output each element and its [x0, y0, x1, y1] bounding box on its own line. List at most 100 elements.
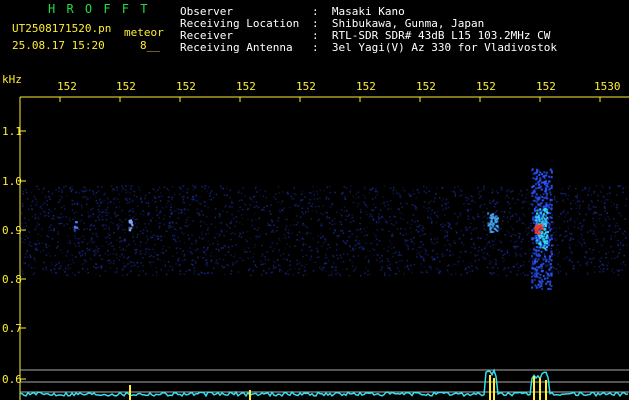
- noise-dot: [425, 187, 428, 189]
- noise-dot: [582, 239, 585, 241]
- noise-dot: [125, 192, 127, 194]
- noise-dot: [169, 215, 171, 218]
- noise-dot: [187, 234, 189, 236]
- noise-dot: [277, 185, 280, 188]
- echo-dot: [548, 258, 551, 261]
- noise-dot: [180, 212, 182, 214]
- noise-dot: [453, 242, 456, 244]
- noise-dot: [357, 229, 359, 231]
- noise-dot: [205, 263, 208, 266]
- noise-dot: [601, 185, 603, 187]
- noise-dot: [399, 232, 402, 235]
- echo-dot: [545, 209, 548, 211]
- noise-dot: [125, 218, 127, 221]
- noise-dot: [148, 192, 151, 194]
- noise-dot: [378, 240, 381, 242]
- noise-dot: [283, 237, 286, 239]
- noise-dot: [142, 232, 144, 235]
- noise-dot: [414, 221, 416, 223]
- noise-dot: [126, 245, 128, 248]
- noise-dot: [546, 264, 549, 267]
- noise-dot: [585, 262, 588, 265]
- noise-dot: [137, 233, 139, 236]
- noise-dot: [114, 212, 116, 215]
- noise-dot: [111, 188, 114, 190]
- noise-dot: [347, 215, 349, 217]
- noise-dot: [203, 185, 206, 187]
- noise-dot: [423, 266, 425, 268]
- noise-dot: [275, 230, 278, 232]
- noise-dot: [307, 207, 309, 210]
- noise-dot: [421, 233, 424, 236]
- noise-dot: [51, 238, 54, 240]
- noise-dot: [327, 198, 330, 200]
- noise-dot: [234, 233, 236, 235]
- noise-dot: [176, 208, 178, 210]
- noise-dot: [415, 208, 417, 211]
- noise-dot: [478, 193, 480, 196]
- noise-dot: [360, 210, 362, 213]
- noise-dot: [40, 207, 43, 210]
- noise-dot: [341, 230, 344, 232]
- noise-dot: [349, 259, 351, 262]
- noise-dot: [592, 233, 594, 235]
- noise-dot: [492, 190, 495, 192]
- noise-dot: [158, 226, 161, 229]
- noise-dot: [446, 269, 449, 272]
- noise-dot: [109, 201, 112, 203]
- noise-dot: [525, 193, 528, 196]
- noise-dot: [95, 273, 97, 275]
- noise-dot: [162, 218, 165, 220]
- noise-dot: [195, 195, 197, 198]
- noise-dot: [291, 232, 293, 234]
- noise-dot: [382, 196, 385, 198]
- noise-dot: [264, 256, 266, 258]
- noise-dot: [573, 265, 575, 267]
- noise-dot: [614, 235, 616, 237]
- noise-dot: [253, 260, 255, 263]
- noise-dot: [233, 256, 235, 258]
- noise-dot: [328, 274, 330, 277]
- noise-dot: [170, 206, 172, 209]
- noise-dot: [179, 227, 181, 229]
- noise-dot: [107, 198, 109, 200]
- noise-dot: [577, 227, 579, 229]
- noise-dot: [212, 197, 215, 199]
- noise-dot: [153, 251, 156, 254]
- noise-dot: [293, 187, 295, 189]
- noise-dot: [252, 256, 254, 258]
- noise-dot: [529, 258, 532, 260]
- noise-dot: [242, 259, 244, 262]
- noise-dot: [239, 257, 241, 259]
- noise-dot: [146, 235, 148, 238]
- noise-dot: [335, 266, 337, 269]
- echo-dot: [541, 246, 544, 249]
- echo-dot: [534, 196, 537, 199]
- noise-dot: [66, 194, 68, 197]
- noise-dot: [254, 212, 256, 214]
- noise-dot: [144, 227, 147, 229]
- noise-dot: [87, 212, 89, 214]
- echo-dot: [531, 238, 534, 241]
- noise-dot: [519, 233, 521, 235]
- noise-dot: [48, 208, 51, 211]
- noise-dot: [20, 237, 22, 240]
- noise-dot: [195, 208, 198, 210]
- noise-dot: [200, 210, 203, 212]
- noise-dot: [139, 250, 142, 253]
- noise-dot: [240, 192, 243, 195]
- noise-dot: [227, 246, 229, 248]
- noise-dot: [352, 265, 354, 267]
- noise-dot: [144, 197, 146, 200]
- noise-dot: [149, 263, 152, 265]
- noise-dot: [445, 229, 447, 232]
- noise-dot: [453, 212, 456, 215]
- noise-dot: [398, 270, 400, 272]
- noise-dot: [448, 226, 450, 229]
- noise-dot: [163, 214, 166, 217]
- noise-dot: [448, 206, 450, 209]
- noise-dot: [350, 217, 353, 219]
- noise-dot: [271, 220, 273, 223]
- noise-dot: [67, 274, 70, 277]
- noise-dot: [230, 273, 232, 275]
